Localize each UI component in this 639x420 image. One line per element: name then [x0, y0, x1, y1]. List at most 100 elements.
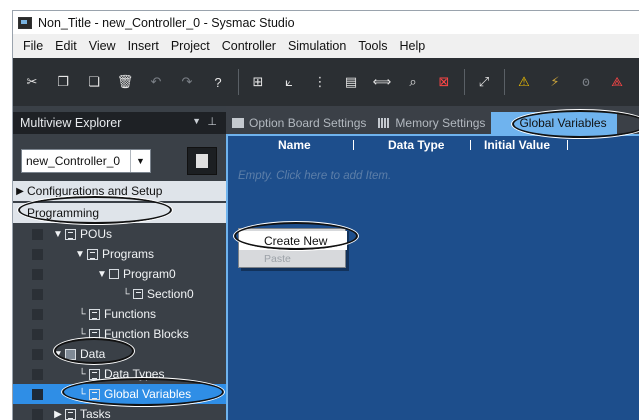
- window-icon[interactable]: ⊞: [247, 71, 269, 93]
- column-divider: [567, 140, 568, 150]
- context-menu-create-new[interactable]: Create New: [239, 231, 347, 250]
- tree-item-label: Programs: [102, 247, 155, 261]
- multiview-explorer: Multiview Explorer ▼ ⊥ new_Controller_0 …: [12, 106, 227, 420]
- column-header-initial-value[interactable]: Initial Value: [484, 138, 550, 152]
- tree-item-data[interactable]: ▼ Data: [13, 344, 227, 364]
- tab-global-variables[interactable]: Global Variables: [491, 112, 617, 134]
- collapse-icon[interactable]: ▼: [95, 269, 109, 280]
- expand-icon[interactable]: ▶: [51, 409, 65, 420]
- global-variables-table[interactable]: Name Data Type Initial Value Empty. Clic…: [226, 134, 639, 420]
- cut-icon[interactable]: ✂: [21, 71, 43, 93]
- menu-edit[interactable]: Edit: [55, 39, 77, 53]
- context-menu-paste: Paste: [264, 252, 291, 265]
- lock-icon[interactable]: ⚡: [544, 71, 566, 93]
- function-blocks-icon: [89, 328, 100, 340]
- tree-item-global-variables[interactable]: └ Global Variables: [13, 384, 227, 404]
- tree-icon[interactable]: ⋮: [309, 71, 331, 93]
- copy-icon[interactable]: ❐: [52, 71, 74, 93]
- help-icon[interactable]: ?: [207, 71, 229, 93]
- tree-item-label: Function Blocks: [104, 327, 189, 341]
- toolbar-separator: [464, 69, 465, 95]
- tree-item-tasks[interactable]: ▶ Tasks: [13, 404, 227, 420]
- column-header-name[interactable]: Name: [278, 138, 311, 152]
- toolbar: ✂ ❐ ❏ 🗑 ↶ ↷ ? ⊞ ⟀ ⋮ ▤ ⟺ ⌕ ⊠ ⤢ ⚠ ⚡ ꙩ ⟁: [12, 58, 639, 106]
- menu-file[interactable]: File: [23, 39, 43, 53]
- delete-icon[interactable]: 🗑: [114, 71, 136, 93]
- column-divider: [353, 140, 354, 150]
- row-gutter: [32, 389, 43, 400]
- explorer-header: Multiview Explorer ▼ ⊥: [13, 112, 227, 134]
- column-divider: [470, 140, 471, 150]
- controller-device-icon[interactable]: [187, 147, 217, 175]
- expand-icon[interactable]: ▶: [13, 186, 27, 197]
- warning-icon[interactable]: ⚠: [513, 71, 535, 93]
- memory-tab-icon: [378, 118, 391, 128]
- tab-label: Option Board Settings: [249, 116, 367, 130]
- menu-insert[interactable]: Insert: [128, 39, 159, 53]
- tree-item-label: Configurations and Setup: [27, 184, 163, 198]
- programs-icon: [87, 248, 98, 260]
- tree-item-label: Global Variables: [104, 387, 192, 401]
- tree-item-label: Tasks: [80, 407, 111, 420]
- menu-simulation[interactable]: Simulation: [288, 39, 346, 53]
- branch-icon: └: [78, 308, 86, 320]
- tree-item-functions[interactable]: └ Functions: [13, 304, 227, 324]
- search-icon[interactable]: ⌕: [402, 71, 424, 93]
- collapse-icon[interactable]: ▼: [51, 229, 65, 240]
- paste-icon[interactable]: ❏: [83, 71, 105, 93]
- panel-menu-icon[interactable]: ▼: [192, 116, 201, 126]
- branch-icon: └: [78, 368, 86, 380]
- branch-icon: └: [78, 388, 86, 400]
- controller-select[interactable]: new_Controller_0 ▼: [21, 149, 151, 173]
- tree-item-program0[interactable]: ▼ Program0: [13, 264, 227, 284]
- app-icon: [18, 16, 32, 29]
- editor-tabs: Option Board Settings Memory Settings Gl…: [226, 112, 639, 134]
- toolbar-row: ✂ ❐ ❏ 🗑 ↶ ↷ ? ⊞ ⟀ ⋮ ▤ ⟺ ⌕ ⊠ ⤢ ⚠ ⚡ ꙩ ⟁: [13, 69, 637, 95]
- controller-select-value: new_Controller_0: [26, 154, 121, 168]
- tasks-icon: [65, 408, 76, 420]
- tree-item-section0[interactable]: └ Section0: [13, 284, 227, 304]
- sysmac-studio-window: Non_Title - new_Controller_0 - Sysmac St…: [0, 0, 639, 420]
- menu-view[interactable]: View: [89, 39, 116, 53]
- column-header-data-type[interactable]: Data Type: [388, 138, 444, 152]
- tree-item-programming[interactable]: Programming: [13, 203, 227, 223]
- monitor-icon[interactable]: ⊠: [433, 71, 455, 93]
- view-icon[interactable]: ▤: [340, 71, 362, 93]
- collapse-icon[interactable]: ▼: [73, 249, 87, 260]
- tool-icon[interactable]: ⤢: [473, 71, 495, 93]
- tree-item-label: Section0: [147, 287, 194, 301]
- global-variables-icon: [89, 388, 100, 400]
- empty-table-hint[interactable]: Empty. Click here to add Item.: [238, 170, 391, 182]
- key-icon[interactable]: ꙩ: [575, 71, 597, 93]
- tree-item-label: Data: [80, 347, 106, 361]
- compare-icon[interactable]: ⟺: [371, 71, 393, 93]
- menu-project[interactable]: Project: [171, 39, 210, 53]
- menu-bar: File Edit View Insert Project Controller…: [12, 34, 639, 58]
- pin-icon[interactable]: ⊥: [207, 115, 217, 128]
- tree-item-label: POUs: [80, 227, 113, 241]
- window-title: Non_Title - new_Controller_0 - Sysmac St…: [38, 15, 295, 30]
- menu-tools[interactable]: Tools: [358, 39, 387, 53]
- data-icon: [65, 348, 76, 360]
- tab-label: Global Variables: [519, 116, 607, 130]
- title-bar: Non_Title - new_Controller_0 - Sysmac St…: [12, 10, 639, 34]
- undo-icon[interactable]: ↶: [145, 71, 167, 93]
- tab-memory-settings[interactable]: Memory Settings: [372, 112, 491, 134]
- tab-option-board-settings[interactable]: Option Board Settings: [226, 112, 372, 134]
- menu-controller[interactable]: Controller: [222, 39, 276, 53]
- tree-item-programs[interactable]: ▼ Programs: [13, 244, 227, 264]
- tree-item-pous[interactable]: ▼ POUs: [13, 224, 227, 244]
- settings-tab-icon: [232, 118, 244, 128]
- tree-item-data-types[interactable]: └ Data Types: [13, 364, 227, 384]
- redo-icon[interactable]: ↷: [176, 71, 198, 93]
- table-header: Name Data Type Initial Value: [228, 136, 639, 154]
- toolbar-separator: [238, 69, 239, 95]
- menu-help[interactable]: Help: [400, 39, 426, 53]
- collapse-icon[interactable]: ▼: [51, 349, 65, 360]
- error-icon[interactable]: ⟁: [606, 71, 628, 93]
- chevron-down-icon[interactable]: ▼: [130, 150, 150, 172]
- arrow-icon[interactable]: ⟀: [278, 71, 300, 93]
- tab-label: Memory Settings: [395, 116, 486, 130]
- tree-item-function-blocks[interactable]: └ Function Blocks: [13, 324, 227, 344]
- tree-item-configurations[interactable]: ▶ Configurations and Setup: [13, 181, 227, 201]
